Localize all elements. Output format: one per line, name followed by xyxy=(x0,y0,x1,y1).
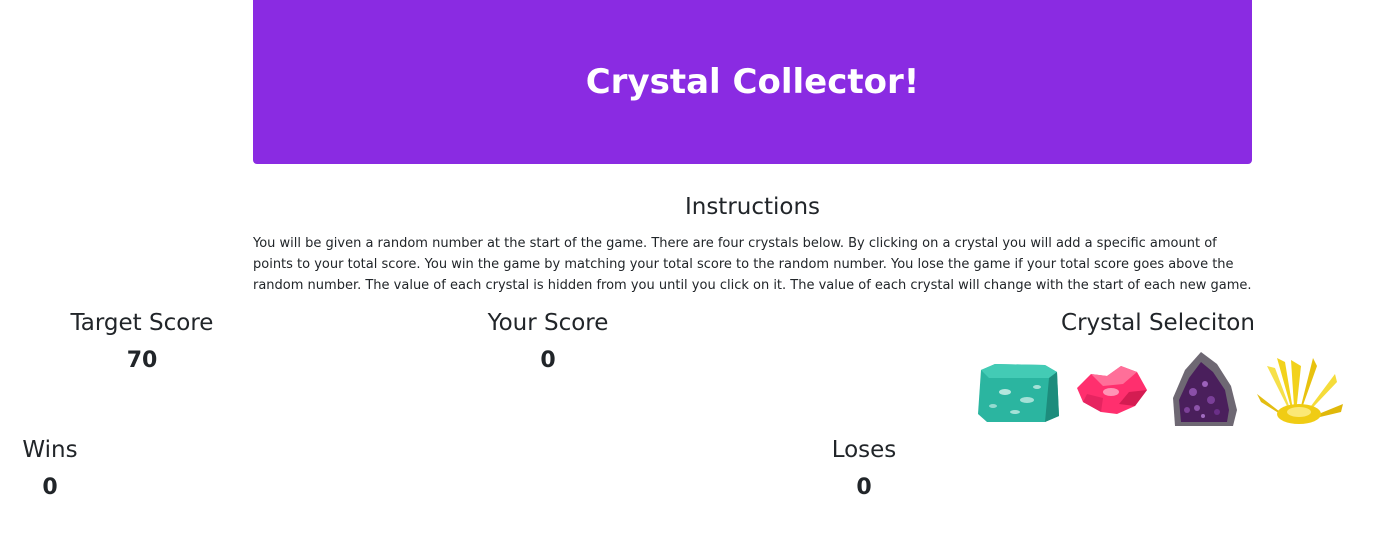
header-banner: Crystal Collector! xyxy=(253,0,1252,164)
instructions-title: Instructions xyxy=(684,194,821,220)
your-score-label: Your Score xyxy=(487,310,609,336)
purple-amethyst-icon[interactable] xyxy=(1167,348,1241,430)
yellow-crystal-icon[interactable] xyxy=(1255,352,1347,428)
game-page: Crystal Collector! Instructions You will… xyxy=(0,0,1376,533)
instructions-text: You will be given a random number at the… xyxy=(253,236,1252,293)
target-score-value: 70 xyxy=(126,348,158,373)
crystal-selection xyxy=(975,348,1350,430)
wins-label: Wins xyxy=(22,437,78,463)
target-score-label: Target Score xyxy=(70,310,214,336)
pink-crystal-icon[interactable] xyxy=(1073,362,1151,420)
losses-label: Loses xyxy=(831,437,897,463)
losses-value: 0 xyxy=(856,475,872,500)
crystal-selection-label: Crystal Seleciton xyxy=(1061,310,1255,336)
wins-value: 0 xyxy=(42,475,58,500)
teal-crystal-icon[interactable] xyxy=(975,356,1061,426)
your-score-value: 0 xyxy=(540,348,556,373)
page-title: Crystal Collector! xyxy=(585,62,920,102)
